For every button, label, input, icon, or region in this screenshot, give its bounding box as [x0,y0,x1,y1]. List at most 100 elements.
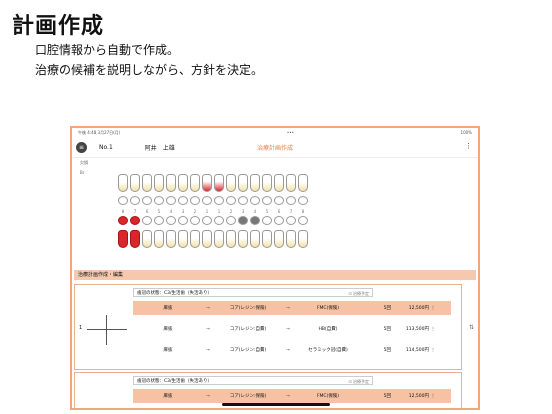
tooth-icon[interactable] [274,230,284,248]
treatment-option-row[interactable]: 麻抜 → コア(レジン:自費) → HB(自費) 5回 113,500円 ⋮ [133,322,451,336]
tooth-crown-icon[interactable] [178,196,188,205]
tooth-icon[interactable] [142,174,152,192]
tooth-icon[interactable] [238,230,248,248]
tooth-crown-icon[interactable] [274,196,284,205]
step-3: HB(自費) [318,327,338,332]
tooth-crown-icon[interactable] [226,216,236,225]
tooth-icon[interactable] [142,230,152,248]
tooth-icon[interactable] [298,174,308,192]
tooth-crown-icon[interactable] [130,216,140,225]
tooth-icon[interactable] [214,230,224,248]
tooth-crown-icon[interactable] [298,196,308,205]
tooth-icon[interactable] [178,174,188,192]
row-menu-icon[interactable]: ⋮ [429,327,437,332]
visit-count: 5回 [383,348,391,353]
tooth-icon[interactable] [118,174,128,192]
lower-crowns [118,216,308,225]
row-menu-icon[interactable]: ⋮ [429,306,437,311]
tooth-icon[interactable] [286,174,296,192]
tooth-icon[interactable] [166,174,176,192]
tooth-icon[interactable] [250,230,260,248]
arrow-icon: → [286,393,290,399]
tooth-icon[interactable] [154,230,164,248]
more-options-icon[interactable]: ⋮ [465,142,472,150]
tooth-icon[interactable] [190,174,200,192]
tooth-icon[interactable] [238,174,248,192]
patient-number: No.1 [99,143,113,151]
tooth-icon[interactable] [298,230,308,248]
tooth-crown-icon[interactable] [142,196,152,205]
tooth-crown-icon[interactable] [250,196,260,205]
schedule-icon[interactable]: ⊡ 治療予定 [348,289,369,298]
tooth-crown-icon[interactable] [298,216,308,225]
tooth-crown-icon[interactable] [202,216,212,225]
tooth-icon[interactable] [166,230,176,248]
tooth-crown-icon[interactable] [154,216,164,225]
tooth-crown-icon[interactable] [142,216,152,225]
visit-count: 5回 [383,394,391,399]
tooth-icon[interactable] [178,230,188,248]
tooth-position-cross [87,315,127,345]
treatment-option-row[interactable]: 麻抜 → コア(レジン:保険) → FMC(保険) 5回 12,500円 ⋮ [133,389,451,403]
tooth-icon[interactable] [226,174,236,192]
tooth-crown-icon[interactable] [238,216,248,225]
tooth-crown-icon[interactable] [214,196,224,205]
tooth-crown-icon[interactable] [286,216,296,225]
tooth-crown-icon[interactable] [166,216,176,225]
app-bar: ≡ No.1 阿井 上雄 治療計画作成 ⋮ [72,137,478,158]
tooth-icon[interactable] [130,174,140,192]
tooth-icon[interactable] [118,230,128,248]
tooth-number: 6 [277,209,281,214]
tooth-crown-icon[interactable] [178,216,188,225]
crown-state-text: 歯冠の状態：C3/生活歯（失活あり） [137,379,213,384]
step-3: FMC(保険) [316,306,340,311]
reorder-icon[interactable]: ⇅ [469,324,474,331]
tooth-crown-icon[interactable] [226,196,236,205]
tooth-crown-icon[interactable] [130,196,140,205]
crown-state-field[interactable]: 歯冠の状態：C3/生活歯（失活あり） ⊡ 治療予定 [133,376,373,385]
tooth-crown-icon[interactable] [250,216,260,225]
subtitle-line-2: 治療の候補を説明しながら、方針を決定。 [35,63,264,77]
tooth-icon[interactable] [190,230,200,248]
tooth-crown-icon[interactable] [274,216,284,225]
schedule-icon[interactable]: ⊡ 治療予定 [348,377,369,386]
treatment-option-row[interactable]: 麻抜 → コア(レジン:保険) → FMC(保険) 5回 12,500円 ⋮ [133,301,451,315]
tooth-crown-icon[interactable] [118,216,128,225]
tooth-icon[interactable] [202,230,212,248]
row-menu-icon[interactable]: ⋮ [429,348,437,353]
arrow-icon: → [206,305,210,311]
status-battery: 100% [460,130,472,135]
tooth-number: 5 [265,209,269,214]
tooth-icon[interactable] [262,230,272,248]
tooth-icon[interactable] [286,230,296,248]
tablet-screen: 午後 4:48 3月27日(月) ••• 100% ≡ No.1 阿井 上雄 治… [70,126,480,410]
menu-icon[interactable]: ≡ [76,141,87,153]
tooth-crown-icon[interactable] [202,196,212,205]
page-heading: 計画作成 [12,14,105,39]
tooth-number: 1 [205,209,209,214]
tooth-crown-icon[interactable] [238,196,248,205]
tooth-crown-icon[interactable] [286,196,296,205]
tooth-crown-icon[interactable] [190,196,200,205]
tooth-crown-icon[interactable] [262,196,272,205]
tooth-icon[interactable] [250,174,260,192]
tooth-icon[interactable] [214,174,224,192]
tooth-crown-icon[interactable] [118,196,128,205]
treatment-option-row[interactable]: 麻抜 → コア(レジン:自費) → セラミック冠(自費) 5回 114,500円… [133,343,451,357]
tooth-crown-icon[interactable] [154,196,164,205]
step-2: コア(レジン:自費) [229,348,267,353]
tooth-icon[interactable] [154,174,164,192]
tooth-icon[interactable] [274,174,284,192]
tooth-crown-icon[interactable] [190,216,200,225]
tooth-crown-icon[interactable] [214,216,224,225]
tooth-crown-icon[interactable] [262,216,272,225]
tooth-icon[interactable] [202,174,212,192]
tooth-icon[interactable] [262,174,272,192]
tooth-icon[interactable] [226,230,236,248]
tooth-crown-icon[interactable] [166,196,176,205]
crown-state-field[interactable]: 歯冠の状態：C3/生活歯（失活あり） ⊡ 治療予定 [133,288,373,297]
screen-title: 治療計画作成 [256,144,293,152]
row-menu-icon[interactable]: ⋮ [429,394,437,399]
plan-card-1: 歯冠の状態：C3/生活歯（失活あり） ⊡ 治療予定 1 麻抜 → コア(レジン:… [74,284,462,370]
tooth-icon[interactable] [130,230,140,248]
